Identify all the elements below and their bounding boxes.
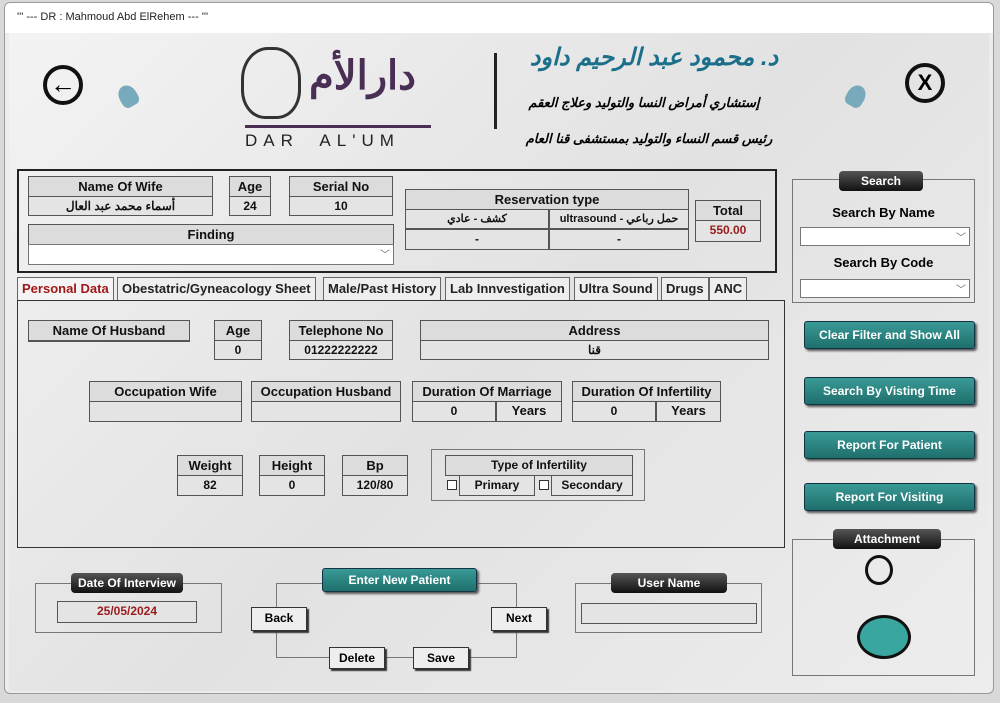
reservation-col-2: حمل رباعي - ultrasound [549, 209, 689, 229]
address-label: Address [420, 320, 769, 341]
address-field[interactable]: قنا [420, 340, 769, 360]
occupation-husband-label: Occupation Husband [251, 381, 401, 402]
header-divider [494, 53, 497, 129]
chevron-down-icon: ﹀ [956, 285, 966, 296]
next-button[interactable]: Next [491, 607, 547, 631]
tab-personal-data[interactable]: Personal Data [17, 277, 114, 301]
pin-icon [114, 81, 142, 111]
finding-label: Finding [28, 224, 394, 245]
primary-label: Primary [459, 475, 535, 496]
husband-age-label: Age [214, 320, 262, 341]
doctor-title-2: رئيس قسم النساء والتوليد بمستشفى قنا الع… [525, 131, 773, 146]
serial-no-label: Serial No [289, 176, 393, 197]
bp-field[interactable]: 120/80 [342, 475, 408, 496]
app-window: ''' --- DR : Mahmoud Abd ElRehem --- '''… [4, 2, 994, 694]
report-for-visiting-button[interactable]: Report For Visiting [804, 483, 975, 511]
report-for-patient-button[interactable]: Report For Patient [804, 431, 975, 459]
name-of-wife-label: Name Of Wife [28, 176, 213, 197]
occupation-wife-label: Occupation Wife [89, 381, 242, 402]
tab-lab-investigation[interactable]: Lab Innvestigation [445, 277, 570, 301]
tab-drugs[interactable]: Drugs [661, 277, 709, 301]
marriage-duration-label: Duration Of Marriage [412, 381, 562, 402]
date-of-interview-label: Date Of Interview [71, 573, 183, 593]
tab-male-past-history[interactable]: Male/Past History [323, 277, 442, 301]
husband-age-field[interactable]: 0 [214, 340, 262, 360]
bp-label: Bp [342, 455, 408, 476]
main-form: ← X دارالأم DAR AL'UM د. محمود عبد الرحي… [9, 33, 989, 691]
finding-dropdown[interactable]: ﹀ [28, 244, 394, 265]
height-field[interactable]: 0 [259, 475, 325, 496]
user-name-label: User Name [611, 573, 727, 593]
delete-button[interactable]: Delete [329, 647, 385, 669]
height-label: Height [259, 455, 325, 476]
logo-arabic: دارالأم [309, 54, 416, 98]
reservation-val-1: - [405, 229, 549, 250]
attachment-title: Attachment [833, 529, 941, 549]
marriage-duration-field[interactable]: 0 [412, 401, 496, 422]
close-icon[interactable]: X [905, 63, 945, 103]
clear-filter-button[interactable]: Clear Filter and Show All [804, 321, 975, 349]
husband-name-label: Name Of Husband [28, 320, 190, 341]
secondary-checkbox[interactable] [539, 480, 549, 490]
reservation-val-2: - [549, 229, 689, 250]
date-of-interview-field[interactable]: 25/05/2024 [57, 601, 197, 623]
save-button[interactable]: Save [413, 647, 469, 669]
tab-obstetric-sheet[interactable]: Obestatric/Gyneacology Sheet [117, 277, 316, 301]
husband-name-field[interactable] [28, 340, 190, 342]
total-label: Total [695, 200, 761, 221]
reservation-type-label: Reservation type [405, 189, 689, 210]
weight-label: Weight [177, 455, 243, 476]
back-button[interactable]: Back [251, 607, 307, 631]
age-field[interactable]: 24 [229, 196, 271, 216]
pregnant-woman-icon[interactable] [851, 555, 911, 665]
logo-mother-icon [241, 47, 301, 119]
infertility-type-label: Type of Infertility [445, 455, 633, 476]
search-by-code-dropdown[interactable]: ﹀ [800, 279, 970, 298]
doctor-name: د. محمود عبد الرحيم داود [529, 44, 779, 71]
search-by-visiting-time-button[interactable]: Search By Visting Time [804, 377, 975, 405]
telephone-label: Telephone No [289, 320, 393, 341]
total-value: 550.00 [695, 220, 761, 242]
primary-checkbox[interactable] [447, 480, 457, 490]
pin-icon [842, 81, 870, 111]
telephone-field[interactable]: 01222222222 [289, 340, 393, 360]
secondary-label: Secondary [551, 475, 633, 496]
name-of-wife-field[interactable]: أسماء محمد عبد العال [28, 196, 213, 216]
user-name-field[interactable] [581, 603, 757, 624]
chevron-down-icon: ﹀ [956, 233, 966, 244]
marriage-years-label: Years [496, 401, 562, 422]
logo-underline [245, 125, 431, 128]
serial-no-field[interactable]: 10 [289, 196, 393, 216]
back-arrow-icon[interactable]: ← [43, 65, 83, 105]
age-label: Age [229, 176, 271, 197]
reservation-col-1: كشف - عادي [405, 209, 549, 229]
infertility-duration-label: Duration Of Infertility [572, 381, 721, 402]
search-by-name-label: Search By Name [832, 205, 935, 220]
infertility-duration-field[interactable]: 0 [572, 401, 656, 422]
navigation-group [276, 583, 517, 658]
search-by-name-dropdown[interactable]: ﹀ [800, 227, 970, 246]
search-by-code-label: Search By Code [833, 255, 934, 270]
enter-new-patient-button[interactable]: Enter New Patient [322, 568, 477, 592]
tab-anc[interactable]: ANC [709, 277, 748, 301]
logo-english: DAR AL'UM [245, 131, 400, 150]
occupation-wife-field[interactable] [89, 401, 242, 422]
infertility-years-label: Years [656, 401, 721, 422]
occupation-husband-field[interactable] [251, 401, 401, 422]
weight-field[interactable]: 82 [177, 475, 243, 496]
doctor-title-1: إستشاري أمراض النسا والتوليد وعلاج العقم [528, 95, 760, 110]
tab-ultra-sound[interactable]: Ultra Sound [574, 277, 658, 301]
title-bar: ''' --- DR : Mahmoud Abd ElRehem --- ''' [5, 3, 993, 33]
chevron-down-icon: ﹀ [380, 250, 390, 261]
search-title: Search [839, 171, 923, 191]
